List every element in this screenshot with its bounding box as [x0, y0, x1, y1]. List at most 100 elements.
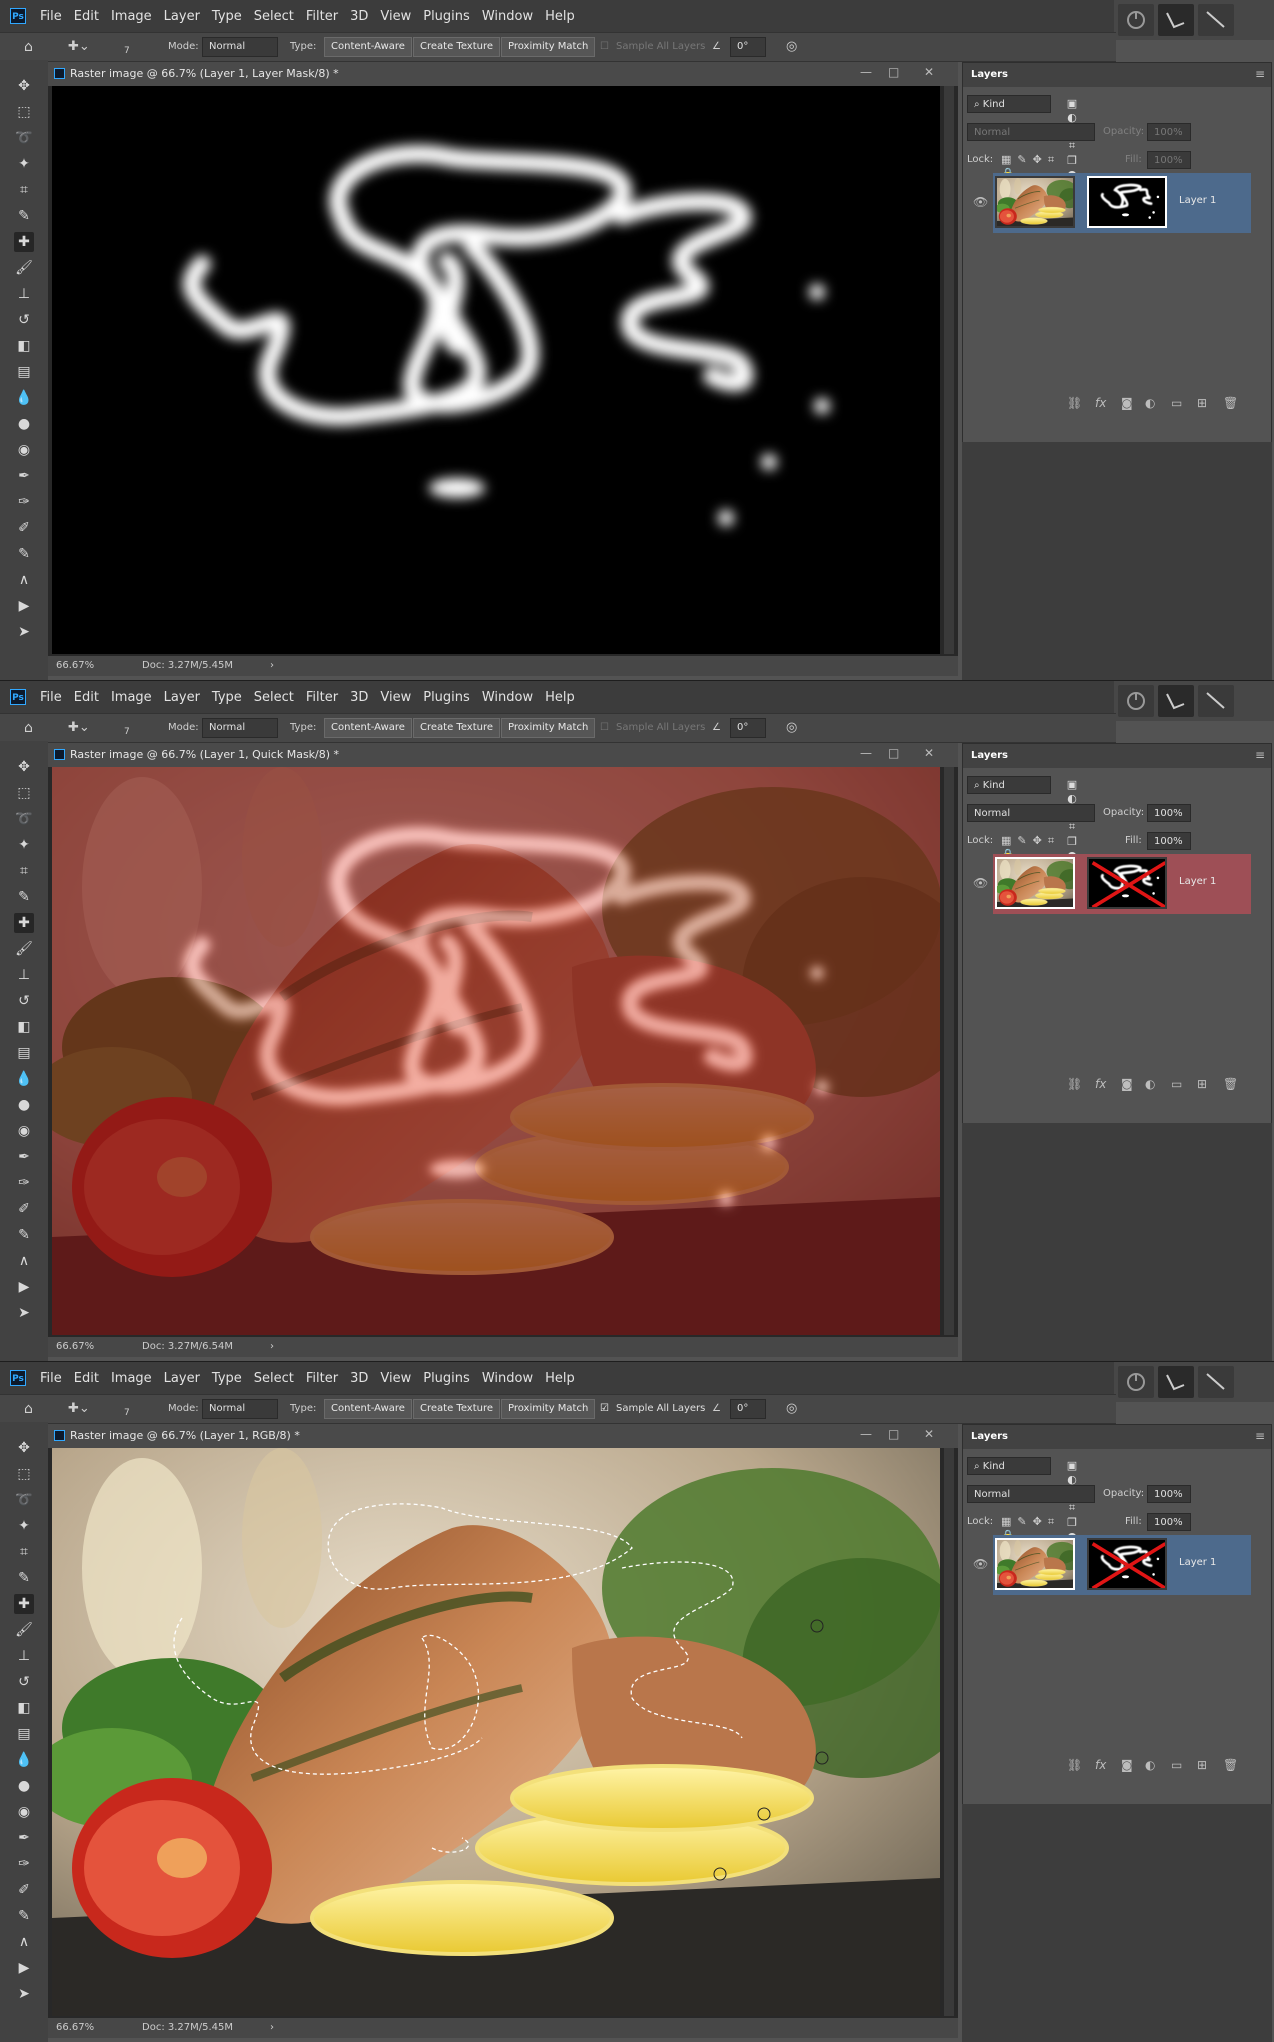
- menu-window[interactable]: Window: [482, 9, 533, 24]
- sponge-tool-icon[interactable]: ◉: [14, 1802, 34, 1822]
- menu-type[interactable]: Type: [212, 9, 242, 24]
- menu-image[interactable]: Image: [111, 1371, 152, 1386]
- layer-name[interactable]: Layer 1: [1179, 876, 1216, 887]
- menu-filter[interactable]: Filter: [306, 1371, 338, 1386]
- gradient-tool-icon[interactable]: ▤: [14, 1043, 34, 1063]
- menu-select[interactable]: Select: [254, 9, 294, 24]
- close-icon[interactable]: ✕: [924, 65, 934, 79]
- add-anchor-icon[interactable]: ✎: [14, 1906, 34, 1926]
- path-select-icon[interactable]: ▶: [14, 1277, 34, 1297]
- close-icon[interactable]: ✕: [924, 746, 934, 760]
- zoom-level[interactable]: 66.67%: [56, 660, 94, 671]
- add-mask-icon[interactable]: ◙: [1121, 396, 1133, 410]
- layer-thumbnail[interactable]: [995, 1538, 1075, 1590]
- layer-mask-thumbnail[interactable]: [1087, 1538, 1167, 1590]
- photoshop-logo-icon[interactable]: Ps: [10, 689, 26, 705]
- pen-tool-icon[interactable]: ✒: [14, 1147, 34, 1167]
- layer-row[interactable]: 👁 Layer 1: [973, 854, 1251, 914]
- menu-window[interactable]: Window: [482, 1371, 533, 1386]
- layer-thumbnail[interactable]: [995, 176, 1075, 228]
- menu-layer[interactable]: Layer: [164, 1371, 200, 1386]
- menu-view[interactable]: View: [380, 1371, 411, 1386]
- image-canvas[interactable]: [52, 767, 940, 1335]
- crop-tool-icon[interactable]: ⌗: [14, 1542, 34, 1562]
- magic-wand-icon[interactable]: ✦: [14, 1516, 34, 1536]
- add-anchor-icon[interactable]: ✎: [14, 544, 34, 564]
- menu-3d[interactable]: 3D: [350, 9, 368, 24]
- shape-filter-icon[interactable]: ⌗: [1063, 139, 1081, 153]
- curvature-pen-icon[interactable]: ✐: [14, 1199, 34, 1219]
- add-mask-icon[interactable]: ◙: [1121, 1077, 1133, 1091]
- menu-3d[interactable]: 3D: [350, 690, 368, 705]
- minimize-icon[interactable]: —: [860, 1427, 872, 1441]
- pen-pressure-button[interactable]: [1158, 4, 1194, 36]
- opacity-input[interactable]: 100%: [1147, 804, 1191, 822]
- convert-point-icon[interactable]: ∧: [14, 1251, 34, 1271]
- delete-layer-icon[interactable]: 🗑: [1223, 1077, 1238, 1091]
- new-group-icon[interactable]: ▭: [1171, 396, 1182, 410]
- visibility-eye-icon[interactable]: 👁: [973, 1557, 988, 1571]
- crop-tool-icon[interactable]: ⌗: [14, 180, 34, 200]
- vertical-scrollbar[interactable]: [944, 86, 954, 654]
- link-layers-icon[interactable]: ⛓: [1067, 396, 1082, 410]
- proximity-match-button[interactable]: Proximity Match: [501, 37, 596, 57]
- marquee-tool-icon[interactable]: ⬚: [14, 102, 34, 122]
- magic-wand-icon[interactable]: ✦: [14, 835, 34, 855]
- sample-all-checkbox[interactable]: ☑: [600, 1400, 609, 1418]
- history-brush-icon[interactable]: ↺: [14, 310, 34, 330]
- pressure-icon[interactable]: ◎: [786, 1400, 797, 1418]
- sponge-tool-icon[interactable]: ◉: [14, 1121, 34, 1141]
- proximity-match-button[interactable]: Proximity Match: [501, 1399, 596, 1419]
- pressure-icon[interactable]: ◎: [786, 38, 797, 56]
- eraser-tool-icon[interactable]: ◧: [14, 1017, 34, 1037]
- menu-3d[interactable]: 3D: [350, 1371, 368, 1386]
- create-texture-button[interactable]: Create Texture: [413, 1399, 501, 1419]
- freeform-pen-icon[interactable]: ✑: [14, 492, 34, 512]
- menu-plugins[interactable]: Plugins: [423, 9, 470, 24]
- blend-mode-select[interactable]: Normal: [967, 804, 1095, 822]
- freeform-pen-icon[interactable]: ✑: [14, 1173, 34, 1193]
- brush-tool-icon[interactable]: 🖌: [14, 258, 34, 278]
- image-canvas[interactable]: [52, 1448, 940, 2016]
- new-group-icon[interactable]: ▭: [1171, 1758, 1182, 1772]
- sample-all-checkbox[interactable]: ☐: [600, 38, 609, 56]
- delete-layer-icon[interactable]: 🗑: [1223, 396, 1238, 410]
- photoshop-logo-icon[interactable]: Ps: [10, 8, 26, 24]
- create-texture-button[interactable]: Create Texture: [413, 718, 501, 738]
- menu-view[interactable]: View: [380, 9, 411, 24]
- eraser-tool-icon[interactable]: ◧: [14, 336, 34, 356]
- layer-row[interactable]: 👁 Layer 1: [973, 173, 1251, 233]
- menu-image[interactable]: Image: [111, 690, 152, 705]
- clone-stamp-icon[interactable]: ⊥: [14, 965, 34, 985]
- menu-edit[interactable]: Edit: [74, 690, 99, 705]
- freeform-pen-icon[interactable]: ✑: [14, 1854, 34, 1874]
- menu-help[interactable]: Help: [545, 1371, 575, 1386]
- status-arrow-icon[interactable]: ›: [270, 1341, 274, 1352]
- new-layer-icon[interactable]: ⊞: [1197, 1758, 1207, 1772]
- visibility-eye-icon[interactable]: 👁: [973, 876, 988, 890]
- clone-stamp-icon[interactable]: ⊥: [14, 284, 34, 304]
- layers-tab[interactable]: Layers: [971, 1431, 1008, 1442]
- pen-tool-icon[interactable]: ✒: [14, 466, 34, 486]
- healing-brush-icon[interactable]: ✚: [14, 232, 34, 252]
- fill-input[interactable]: 100%: [1147, 832, 1191, 850]
- direct-select-icon[interactable]: ➤: [14, 1984, 34, 2004]
- menu-layer[interactable]: Layer: [164, 9, 200, 24]
- eraser-tool-icon[interactable]: ◧: [14, 1698, 34, 1718]
- visibility-eye-icon[interactable]: 👁: [973, 195, 988, 209]
- kind-filter-select[interactable]: ⌕ Kind: [967, 1457, 1051, 1475]
- document-tab[interactable]: Raster image @ 66.7% (Layer 1, Layer Mas…: [48, 62, 958, 86]
- add-anchor-icon[interactable]: ✎: [14, 1225, 34, 1245]
- pixel-filter-icon[interactable]: ▣: [1063, 1459, 1081, 1472]
- pen-tool-icon[interactable]: ✒: [14, 1828, 34, 1848]
- magic-wand-icon[interactable]: ✦: [14, 154, 34, 174]
- stylus-button[interactable]: [1198, 1366, 1234, 1398]
- blur-tool-icon[interactable]: 💧: [14, 1750, 34, 1770]
- move-tool-icon[interactable]: ✥: [14, 1438, 34, 1458]
- panel-menu-icon[interactable]: ≡: [1255, 1429, 1265, 1443]
- dodge-tool-icon[interactable]: ●: [14, 414, 34, 434]
- add-mask-icon[interactable]: ◙: [1121, 1758, 1133, 1772]
- adjustment-layer-icon[interactable]: ◐: [1145, 396, 1155, 410]
- fill-input[interactable]: 100%: [1147, 151, 1191, 169]
- zoom-level[interactable]: 66.67%: [56, 1341, 94, 1352]
